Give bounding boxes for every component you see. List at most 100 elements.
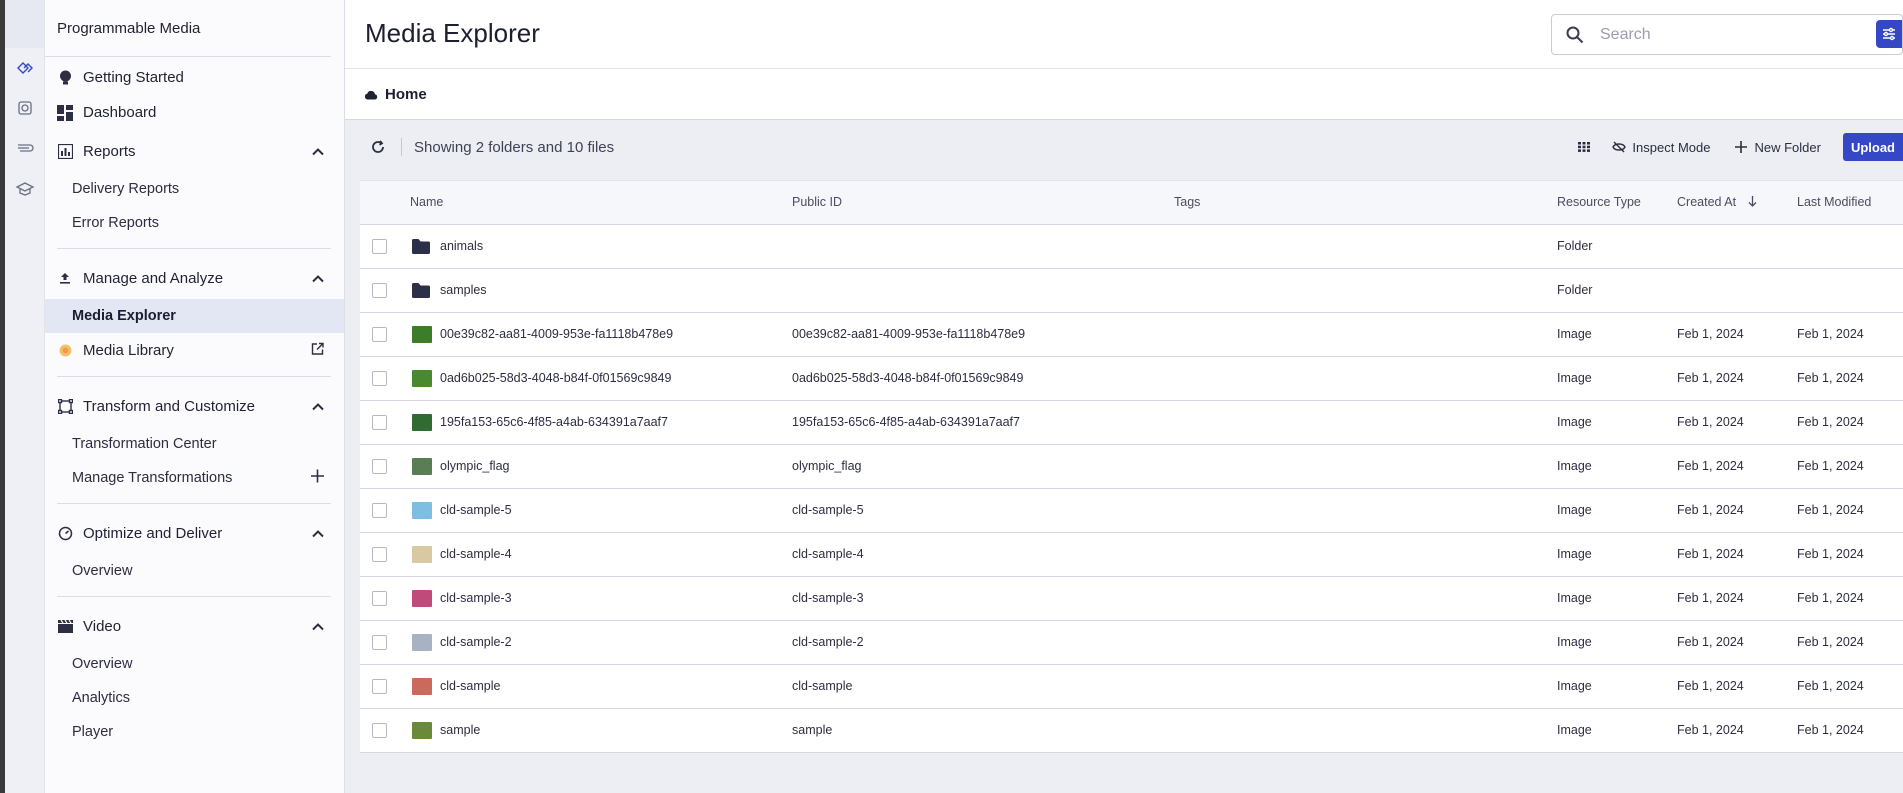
filter-icon[interactable] bbox=[1876, 20, 1902, 48]
row-checkbox[interactable] bbox=[372, 679, 387, 694]
sidebar-item-transformation-center[interactable]: Transformation Center bbox=[45, 427, 344, 461]
cell-name[interactable]: olympic_flag bbox=[440, 459, 509, 473]
column-header-name[interactable]: Name bbox=[410, 195, 443, 209]
sidebar-item-delivery-reports[interactable]: Delivery Reports bbox=[45, 172, 344, 206]
table-row[interactable]: 00e39c82-aa81-4009-953e-fa1118b478e9 00e3… bbox=[360, 313, 1903, 357]
external-link-icon[interactable] bbox=[311, 342, 324, 359]
thumbnail[interactable] bbox=[412, 326, 432, 343]
thumbnail[interactable] bbox=[412, 590, 432, 607]
table-row[interactable]: sample sample Image Feb 1, 2024 Feb 1, 2024 bbox=[360, 709, 1903, 753]
thumbnail[interactable] bbox=[412, 458, 432, 475]
grid-view-button[interactable] bbox=[1566, 132, 1600, 162]
table-row[interactable]: 0ad6b025-58d3-4048-b84f-0f01569c9849 0ad6… bbox=[360, 357, 1903, 401]
cell-name[interactable]: 195fa153-65c6-4f85-a4ab-634391a7aaf7 bbox=[440, 415, 668, 429]
table-row[interactable]: cld-sample-2 cld-sample-2 Image Feb 1, 2024… bbox=[360, 621, 1903, 665]
cell-last-modified: Feb 1, 2024 bbox=[1797, 503, 1864, 517]
cell-name[interactable]: animals bbox=[440, 239, 483, 253]
breadcrumb-home[interactable]: Home bbox=[385, 86, 427, 103]
cell-name[interactable]: cld-sample-2 bbox=[440, 635, 512, 649]
sidebar-section-reports[interactable]: Reports bbox=[45, 130, 344, 172]
sidebar-item-optimize-overview[interactable]: Overview bbox=[45, 554, 344, 588]
cell-last-modified: Feb 1, 2024 bbox=[1797, 547, 1864, 561]
column-header-last-modified[interactable]: Last Modified bbox=[1797, 195, 1871, 209]
upload-button[interactable]: Upload bbox=[1842, 133, 1903, 161]
cell-name[interactable]: cld-sample bbox=[440, 679, 500, 693]
row-checkbox[interactable] bbox=[372, 635, 387, 650]
cell-last-modified: Feb 1, 2024 bbox=[1797, 459, 1864, 473]
cell-last-modified: Feb 1, 2024 bbox=[1797, 679, 1864, 693]
row-checkbox[interactable] bbox=[372, 459, 387, 474]
cell-resource-type: Image bbox=[1557, 327, 1592, 341]
table-row[interactable]: cld-sample-3 cld-sample-3 Image Feb 1, 2024… bbox=[360, 577, 1903, 621]
table-row[interactable]: cld-sample-5 cld-sample-5 Image Feb 1, 2024… bbox=[360, 489, 1903, 533]
product-rail bbox=[5, 0, 45, 793]
thumbnail[interactable] bbox=[412, 546, 432, 563]
cell-name[interactable]: sample bbox=[440, 723, 480, 737]
learning-icon[interactable] bbox=[5, 168, 45, 208]
plus-icon[interactable] bbox=[311, 469, 324, 487]
cell-name[interactable]: cld-sample-3 bbox=[440, 591, 512, 605]
sidebar-section-video[interactable]: Video bbox=[45, 605, 344, 647]
column-header-created-at[interactable]: Created At bbox=[1677, 195, 1757, 210]
cell-name[interactable]: 00e39c82-aa81-4009-953e-fa1118b478e9 bbox=[440, 327, 673, 341]
programmable-media-icon[interactable] bbox=[5, 48, 45, 88]
table-row[interactable]: 195fa153-65c6-4f85-a4ab-634391a7aaf7 195f… bbox=[360, 401, 1903, 445]
sidebar-item-media-explorer[interactable]: Media Explorer bbox=[45, 299, 344, 333]
sidebar-item-manage-transformations[interactable]: Manage Transformations bbox=[45, 461, 344, 495]
chevron-up-icon[interactable] bbox=[312, 270, 324, 287]
sidebar-section-manage[interactable]: Manage and Analyze bbox=[45, 257, 344, 299]
cell-name[interactable]: cld-sample-5 bbox=[440, 503, 512, 517]
thumbnail[interactable] bbox=[412, 370, 432, 387]
thumbnail[interactable] bbox=[412, 722, 432, 739]
cell-name[interactable]: cld-sample-4 bbox=[440, 547, 512, 561]
sidebar-section-transform[interactable]: Transform and Customize bbox=[45, 385, 344, 427]
table-row[interactable]: olympic_flag olympic_flag Image Feb 1, 2024… bbox=[360, 445, 1903, 489]
cell-name[interactable]: samples bbox=[440, 283, 487, 297]
chevron-up-icon[interactable] bbox=[312, 143, 324, 160]
sidebar-item-error-reports[interactable]: Error Reports bbox=[45, 206, 344, 240]
refresh-icon[interactable] bbox=[365, 134, 391, 160]
thumbnail[interactable] bbox=[412, 634, 432, 651]
sidebar-item-video-overview[interactable]: Overview bbox=[45, 647, 344, 681]
cell-last-modified: Feb 1, 2024 bbox=[1797, 415, 1864, 429]
thumbnail[interactable] bbox=[412, 502, 432, 519]
new-folder-button[interactable]: New Folder bbox=[1722, 132, 1832, 162]
sidebar-item-video-player[interactable]: Player bbox=[45, 715, 344, 749]
chevron-up-icon[interactable] bbox=[312, 618, 324, 635]
divider bbox=[57, 596, 331, 597]
sidebar-item-getting-started[interactable]: Getting Started bbox=[45, 60, 344, 95]
folder-icon bbox=[412, 239, 430, 254]
row-checkbox[interactable] bbox=[372, 283, 387, 298]
cell-last-modified: Feb 1, 2024 bbox=[1797, 723, 1864, 737]
row-checkbox[interactable] bbox=[372, 371, 387, 386]
assets-icon[interactable] bbox=[5, 88, 45, 128]
sidebar-item-label: Manage Transformations bbox=[72, 470, 233, 486]
row-checkbox[interactable] bbox=[372, 327, 387, 342]
row-checkbox[interactable] bbox=[372, 503, 387, 518]
search-input[interactable] bbox=[1600, 25, 1860, 44]
table-row[interactable]: animals Folder bbox=[360, 225, 1903, 269]
row-checkbox[interactable] bbox=[372, 591, 387, 606]
sidebar-item-dashboard[interactable]: Dashboard bbox=[45, 95, 344, 130]
chevron-up-icon[interactable] bbox=[312, 398, 324, 415]
table-row[interactable]: samples Folder bbox=[360, 269, 1903, 313]
row-checkbox[interactable] bbox=[372, 723, 387, 738]
sidebar-item-video-analytics[interactable]: Analytics bbox=[45, 681, 344, 715]
search-box[interactable] bbox=[1551, 14, 1903, 55]
cell-name[interactable]: 0ad6b025-58d3-4048-b84f-0f01569c9849 bbox=[440, 371, 671, 385]
chevron-up-icon[interactable] bbox=[312, 525, 324, 542]
column-header-public-id[interactable]: Public ID bbox=[792, 195, 842, 209]
thumbnail[interactable] bbox=[412, 678, 432, 695]
column-header-resource-type[interactable]: Resource Type bbox=[1557, 195, 1641, 209]
inspect-mode-button[interactable]: Inspect Mode bbox=[1600, 132, 1722, 162]
table-row[interactable]: cld-sample cld-sample Image Feb 1, 2024 Feb … bbox=[360, 665, 1903, 709]
row-checkbox[interactable] bbox=[372, 415, 387, 430]
row-checkbox[interactable] bbox=[372, 239, 387, 254]
thumbnail[interactable] bbox=[412, 414, 432, 431]
sidebar-item-media-library[interactable]: Media Library bbox=[45, 333, 344, 368]
sidebar-section-optimize[interactable]: Optimize and Deliver bbox=[45, 512, 344, 554]
row-checkbox[interactable] bbox=[372, 547, 387, 562]
integrations-icon[interactable] bbox=[5, 128, 45, 168]
table-row[interactable]: cld-sample-4 cld-sample-4 Image Feb 1, 2024… bbox=[360, 533, 1903, 577]
column-header-tags[interactable]: Tags bbox=[1174, 195, 1200, 209]
